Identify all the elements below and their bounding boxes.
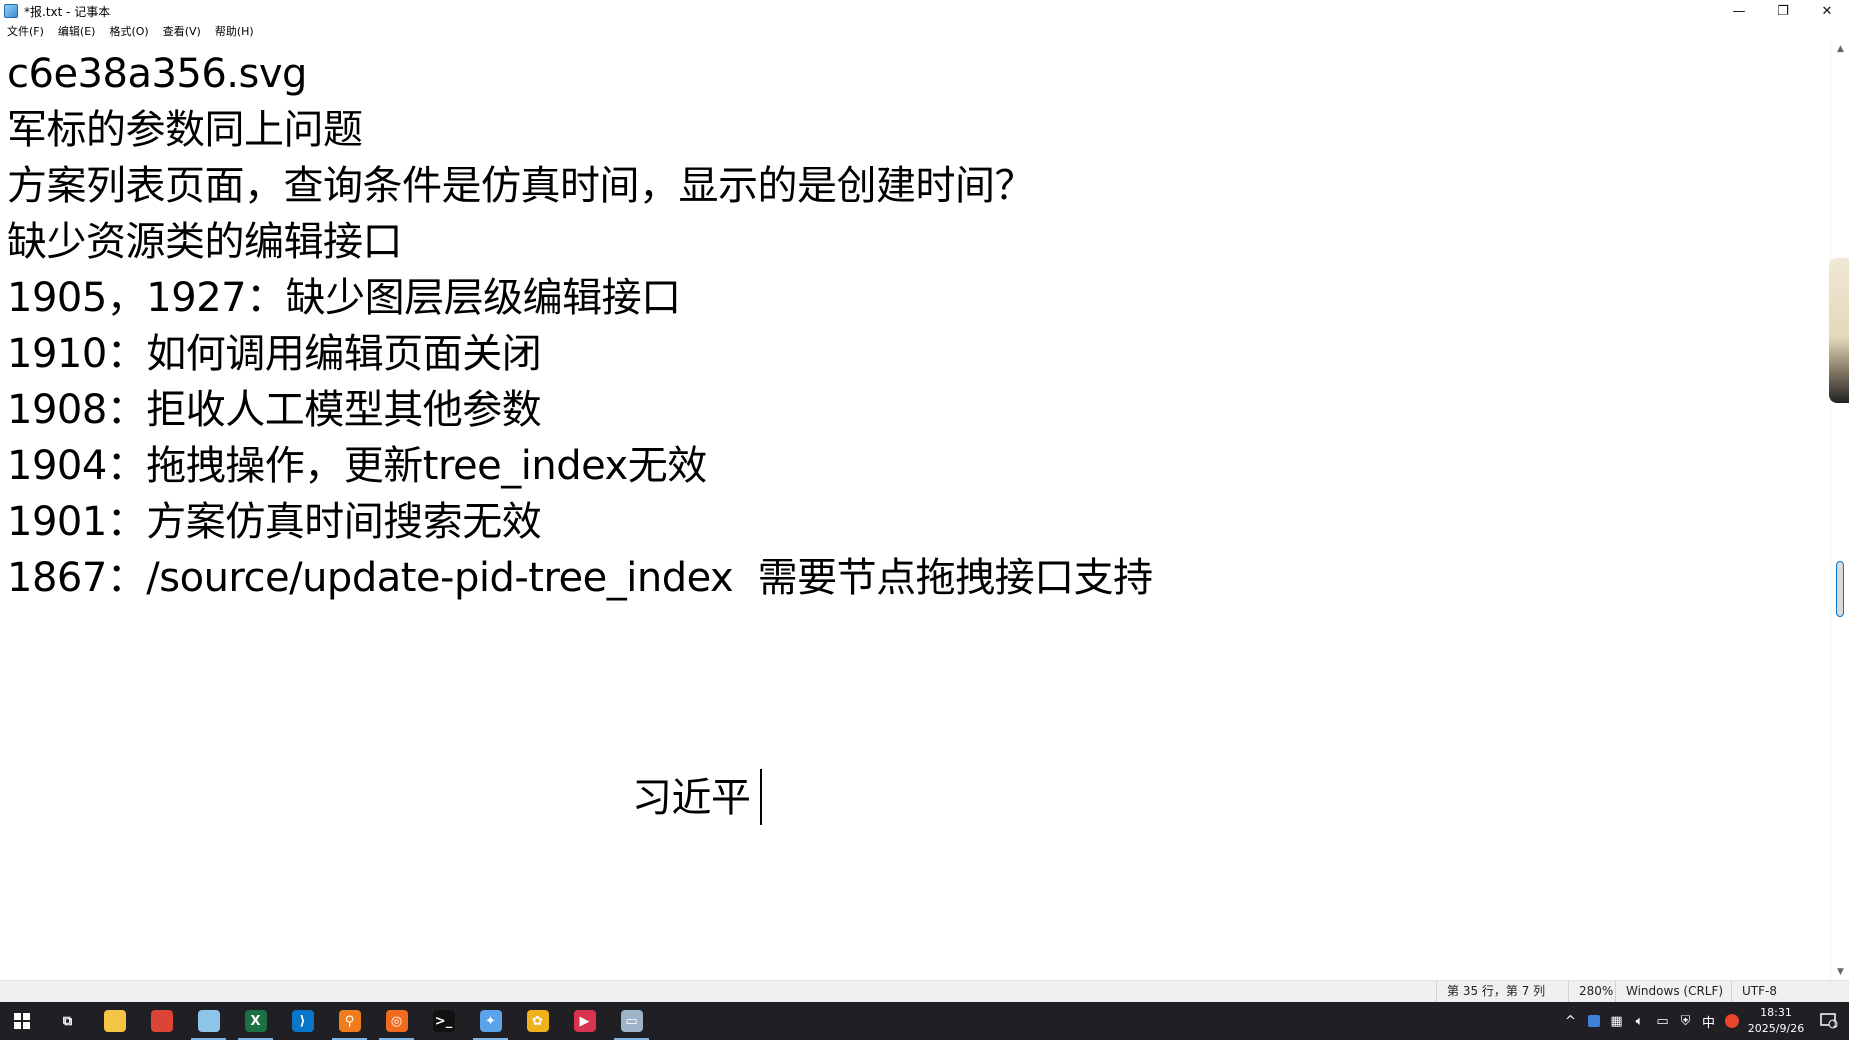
vscode-icon: ⟩: [291, 1010, 314, 1032]
input-method-label[interactable]: 中: [1697, 1002, 1720, 1040]
editor-line: 1867：/source/update-pid-tree_index 需要节点拖…: [7, 555, 1153, 601]
paw-app-icon: ✿: [526, 1010, 549, 1032]
sogou-ime-icon[interactable]: [1720, 1002, 1743, 1040]
editor-line: 方案列表页面，查询条件是仿真时间，显示的是创建时间？: [7, 163, 1035, 209]
scroll-down-arrow-icon[interactable]: ▼: [1831, 964, 1849, 980]
editor-line: 1904：拖拽操作，更新tree_index无效: [7, 443, 707, 489]
editor-line: 缺少资源类的编辑接口: [7, 219, 403, 265]
notepad-icon: [197, 1010, 220, 1032]
search-tool-icon: ⚲: [338, 1010, 361, 1032]
editor-line: 1905，1927：缺少图层层级编辑接口: [7, 275, 681, 321]
taskbar-remote-app-button[interactable]: ▭: [608, 1002, 655, 1040]
editor-line-current: 习近平: [632, 775, 751, 821]
scroll-thumb[interactable]: [1836, 561, 1844, 617]
menu-help[interactable]: 帮助(H): [208, 22, 261, 41]
taskbar-apps: ⧉ X ⟩ ⚲ ◎ >_ ✦ ✿ ▶ ▭: [44, 1002, 655, 1040]
system-tray: ^ ▦ 🔈︎ ▭ ⛨ 中 18:31 2025/9/26 1: [1559, 1002, 1849, 1040]
remote-app-icon: ▭: [620, 1010, 643, 1032]
notification-center-icon[interactable]: 1: [1809, 1012, 1849, 1030]
clock-time: 18:31: [1760, 1006, 1792, 1019]
tray-chevron-icon[interactable]: ^: [1559, 1002, 1582, 1040]
taskbar-excel-button[interactable]: X: [232, 1002, 279, 1040]
menu-view[interactable]: 查看(V): [156, 22, 208, 41]
excel-icon: X: [244, 1010, 267, 1032]
taskbar-task-view-button[interactable]: ⧉: [44, 1002, 91, 1040]
notification-count: 1: [1832, 1020, 1838, 1030]
taskbar: ⧉ X ⟩ ⚲ ◎ >_ ✦ ✿ ▶ ▭ ^ ▦ 🔈︎ ▭ ⛨ 中 18:31 2025/9/26…: [0, 1002, 1849, 1040]
start-button[interactable]: [0, 1002, 44, 1040]
taskbar-paw-app-button[interactable]: ✿: [514, 1002, 561, 1040]
vertical-scrollbar[interactable]: ▲ ▼: [1830, 41, 1849, 980]
taskbar-file-explorer-button[interactable]: [91, 1002, 138, 1040]
line-ending: Windows (CRLF): [1615, 981, 1732, 1002]
taskbar-compass-app-button[interactable]: ✦: [467, 1002, 514, 1040]
editor-line: 1901：方案仿真时间搜索无效: [7, 499, 542, 545]
taskbar-search-tool-button[interactable]: ⚲: [326, 1002, 373, 1040]
terminal-icon: >_: [432, 1010, 455, 1032]
chrome-icon: [150, 1010, 173, 1032]
clock[interactable]: 18:31 2025/9/26: [1743, 1005, 1809, 1037]
task-view-icon: ⧉: [56, 1010, 79, 1032]
taskbar-notepad-button[interactable]: [185, 1002, 232, 1040]
editor-line: 1908：拒收人工模型其他参数: [7, 387, 542, 433]
network-icon[interactable]: ▭: [1651, 1002, 1674, 1040]
taskbar-orange-app-button[interactable]: ◎: [373, 1002, 420, 1040]
network-app-icon[interactable]: ▦: [1605, 1002, 1628, 1040]
window-controls: — ❐ ✕: [1717, 0, 1849, 22]
menu-bar: 文件(F) 编辑(E) 格式(O) 查看(V) 帮助(H): [0, 22, 1849, 42]
taskbar-terminal-button[interactable]: >_: [420, 1002, 467, 1040]
window-title: *报.txt - 记事本: [24, 4, 111, 19]
menu-file[interactable]: 文件(F): [0, 22, 51, 41]
editor-line: c6e38a356.svg: [7, 51, 307, 97]
notepad-app-icon: [4, 4, 18, 18]
close-button[interactable]: ✕: [1805, 0, 1849, 22]
file-explorer-icon: [103, 1010, 126, 1032]
security-icon[interactable]: ⛨: [1674, 1002, 1697, 1040]
volume-icon[interactable]: 🔈︎: [1628, 1002, 1651, 1040]
editor-line: 军标的参数同上问题: [7, 107, 363, 153]
media-player-icon: ▶: [573, 1010, 596, 1032]
menu-edit[interactable]: 编辑(E): [51, 22, 103, 41]
restore-button[interactable]: ❐: [1761, 0, 1805, 22]
taskbar-vscode-button[interactable]: ⟩: [279, 1002, 326, 1040]
orange-app-icon: ◎: [385, 1010, 408, 1032]
minimize-button[interactable]: —: [1717, 0, 1761, 22]
menu-format[interactable]: 格式(O): [102, 22, 155, 41]
clock-date: 2025/9/26: [1747, 1022, 1805, 1035]
taskbar-media-player-button[interactable]: ▶: [561, 1002, 608, 1040]
compass-app-icon: ✦: [479, 1010, 502, 1032]
encoding: UTF-8: [1731, 981, 1849, 1002]
floating-video-preview[interactable]: [1829, 258, 1849, 403]
scroll-up-arrow-icon[interactable]: ▲: [1831, 41, 1849, 57]
windows-logo-icon: [14, 1013, 30, 1029]
text-editor[interactable]: c6e38a356.svg 军标的参数同上问题 方案列表页面，查询条件是仿真时间…: [0, 41, 1830, 980]
status-bar: 第 35 行，第 7 列 280% Windows (CRLF) UTF-8: [0, 980, 1849, 1002]
cursor-position: 第 35 行，第 7 列: [1436, 981, 1584, 1002]
editor-line: 1910：如何调用编辑页面关闭: [7, 331, 542, 377]
title-bar: *报.txt - 记事本 — ❐ ✕: [0, 0, 1849, 22]
text-caret: [760, 769, 762, 825]
taskbar-chrome-button[interactable]: [138, 1002, 185, 1040]
bluetooth-icon[interactable]: [1582, 1002, 1605, 1040]
